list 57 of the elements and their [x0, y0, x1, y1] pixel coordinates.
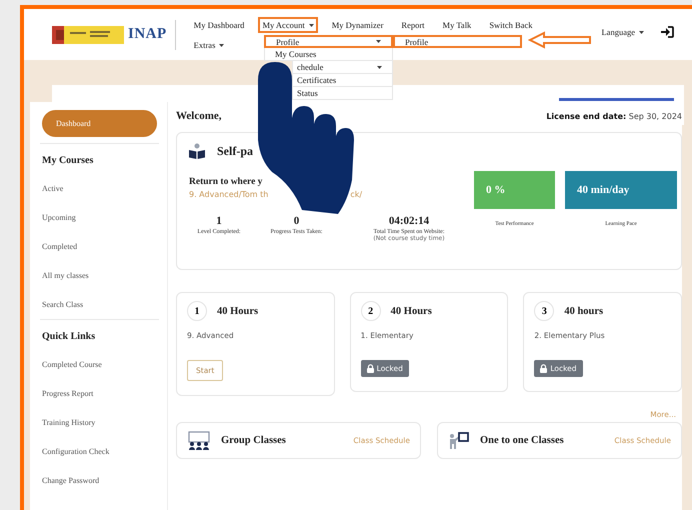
sidebar-item[interactable]: Training History	[42, 408, 157, 437]
class-title: Group Classes	[221, 435, 286, 446]
flag-logo-icon	[52, 26, 124, 44]
stat-value: 0	[292, 215, 300, 227]
sidebar-item[interactable]: Progress Report	[42, 379, 157, 408]
stat-value: 04:02:14	[388, 215, 430, 227]
sidebar-heading: My Courses	[42, 154, 94, 168]
metric-tile: 0 %	[474, 171, 555, 209]
sidebar-item[interactable]: Search Class	[42, 290, 157, 319]
sidebar-heading: Quick Links	[42, 330, 96, 344]
lock-icon	[540, 364, 548, 373]
caret-icon	[376, 40, 381, 43]
caret-icon	[377, 66, 382, 68]
step-number: 3	[534, 301, 554, 321]
license-date: License end date: Sep 30, 2024	[546, 112, 682, 121]
nav-link[interactable]: My Talk	[438, 16, 476, 32]
menu-item[interactable]: Profile	[264, 35, 393, 48]
caret-icon	[219, 44, 224, 48]
step-number: 1	[187, 301, 207, 321]
left-arrow-icon	[528, 31, 592, 49]
course-hours: 40 Hours	[390, 306, 432, 316]
menu-item[interactable]: Status	[292, 87, 393, 100]
logo-text: INAP	[128, 26, 167, 43]
metric-tile: 40 min/day	[565, 171, 677, 209]
nav-link[interactable]: My Account	[258, 16, 318, 32]
nav-link[interactable]: My Dynamizer	[328, 16, 388, 32]
caret-icon	[639, 31, 644, 34]
lock-icon	[366, 364, 374, 373]
book-icon	[189, 143, 205, 159]
sidebar-item[interactable]: Upcoming	[42, 203, 157, 232]
welcome-heading: Welcome,	[176, 110, 222, 122]
nav-link[interactable]: My Dashboard	[190, 16, 248, 32]
menu-item[interactable]: chedule	[292, 61, 393, 74]
language-menu[interactable]: Language	[597, 24, 648, 40]
sidebar-item[interactable]: Change Password	[42, 466, 157, 495]
sidebar-item[interactable]: Completed Course	[42, 350, 157, 379]
menu-item[interactable]: My Courses	[264, 48, 393, 61]
course-hours: 40 hours	[564, 306, 604, 316]
teacher-board-icon	[448, 432, 470, 450]
classroom-icon	[187, 430, 211, 450]
caret-icon	[308, 24, 314, 28]
stat-value: 1	[215, 215, 223, 227]
sidebar-item[interactable]: Completed	[42, 232, 157, 261]
step-number: 2	[360, 301, 381, 321]
menu-item[interactable]: Profile	[393, 35, 522, 48]
return-label: Return to where y	[189, 177, 264, 187]
class-title: One to one Classes	[480, 435, 564, 446]
logout-icon	[660, 26, 674, 38]
card-title: Self-pa	[217, 144, 253, 158]
menu-item[interactable]: Certificates	[292, 74, 393, 87]
nav-link[interactable]: Report	[397, 16, 429, 32]
sidebar-item[interactable]: Configuration Check	[42, 437, 157, 466]
course-hours: 40 Hours	[217, 306, 258, 316]
nav-link[interactable]: Switch Back	[485, 16, 537, 32]
sidebar-item[interactable]: Active	[42, 174, 157, 203]
sidebar-item[interactable]: All my classes	[42, 261, 157, 290]
nav-link[interactable]: Extras	[190, 36, 228, 52]
